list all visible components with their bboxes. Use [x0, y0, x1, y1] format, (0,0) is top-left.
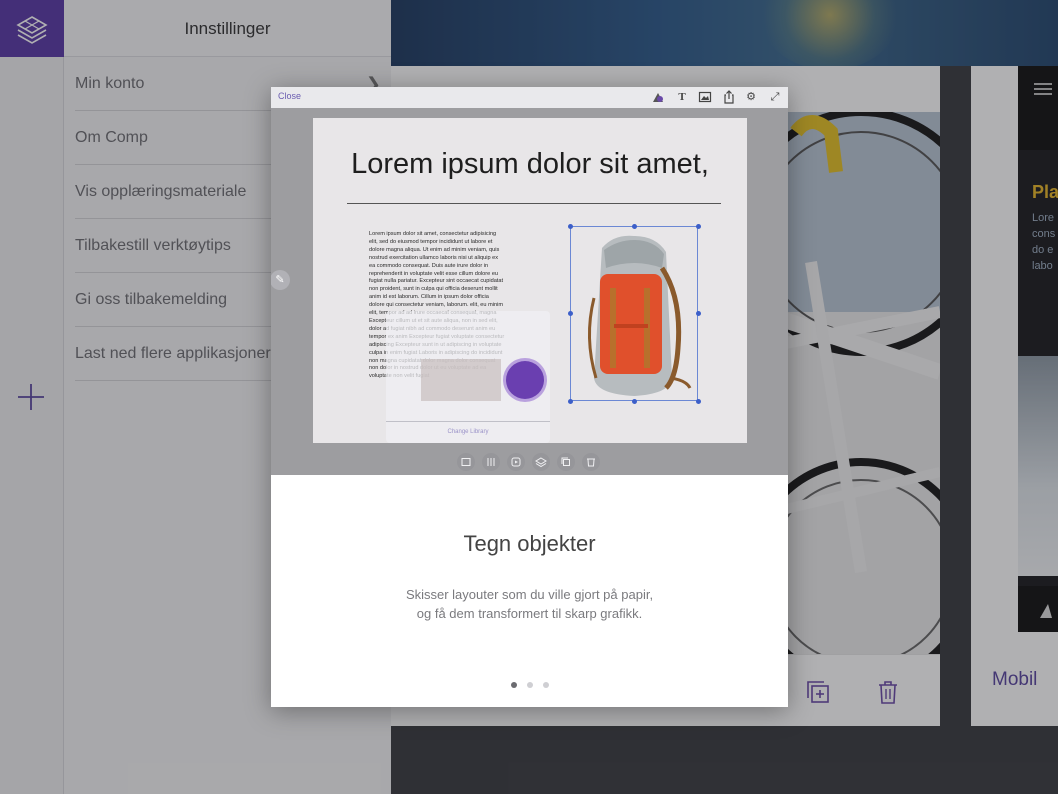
duplicate-icon[interactable] [557, 453, 575, 471]
pencil-icon[interactable]: ✎ [271, 270, 290, 290]
divider [386, 421, 550, 422]
page-dot-2[interactable] [526, 682, 533, 688]
resize-handle[interactable] [632, 224, 637, 229]
expand-icon[interactable]: ⤢ [768, 90, 782, 104]
trash-icon[interactable] [582, 453, 600, 471]
resize-handle[interactable] [696, 311, 701, 316]
page-indicator [271, 682, 788, 688]
shapes-icon[interactable] [651, 90, 665, 104]
close-button[interactable]: Close [278, 91, 301, 101]
tutorial-description-line: og få dem transformert til skarp grafikk… [416, 606, 643, 621]
tutorial-modal: Close T ⚙ ⤢ ✎ Lorem ipsum dolor sit amet… [271, 87, 788, 707]
preview-toolbar: Close T ⚙ ⤢ [271, 87, 788, 108]
layers-icon[interactable] [532, 453, 550, 471]
resize-handle[interactable] [568, 399, 573, 404]
tutorial-description: Skisser layouter som du ville gjort på p… [271, 585, 788, 623]
slide-title: Lorem ipsum dolor sit amet, [351, 148, 709, 180]
tutorial-preview[interactable]: Close T ⚙ ⤢ ✎ Lorem ipsum dolor sit amet… [271, 87, 788, 475]
page-dot-3[interactable] [542, 682, 549, 688]
touch-indicator [506, 361, 544, 399]
resize-handle[interactable] [568, 311, 573, 316]
selection-box[interactable] [570, 226, 698, 401]
tutorial-heading: Tegn objekter [463, 531, 596, 556]
image-icon[interactable] [698, 90, 712, 104]
tutorial-description-line: Skisser layouter som du ville gjort på p… [405, 587, 654, 602]
resize-handle[interactable] [696, 399, 701, 404]
settings-icon[interactable]: ⚙ [744, 90, 758, 104]
share-icon[interactable] [722, 90, 736, 104]
page-dot-1[interactable] [510, 682, 517, 688]
resize-handle[interactable] [696, 224, 701, 229]
slide-toolbar [457, 453, 600, 471]
text-icon[interactable]: T [675, 90, 689, 104]
change-library-link[interactable]: Change Library [386, 429, 550, 435]
adjust-icon[interactable] [482, 453, 500, 471]
resize-handle[interactable] [632, 399, 637, 404]
library-thumbnail[interactable] [421, 359, 501, 401]
library-panel[interactable]: Change Library [386, 311, 550, 443]
play-icon[interactable] [507, 453, 525, 471]
resize-handle[interactable] [568, 224, 573, 229]
image-icon[interactable] [457, 453, 475, 471]
slide-divider [347, 203, 721, 204]
